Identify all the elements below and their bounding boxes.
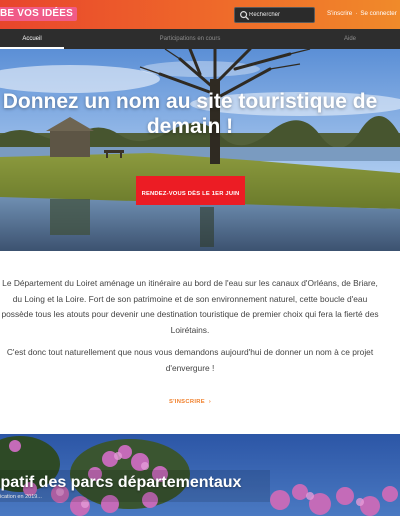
- hero-image: [0, 49, 400, 251]
- tab-help[interactable]: Aide: [320, 29, 380, 49]
- search-input[interactable]: [249, 9, 313, 21]
- main-nav: Accueil Participations en cours Aide: [0, 29, 400, 49]
- search-box[interactable]: [234, 7, 315, 23]
- card-subtitle: ication en 2019...: [0, 494, 42, 500]
- intro-paragraph-1: Le Département du Loiret aménage un itin…: [1, 278, 379, 335]
- top-header: BE VOS IDÉES S'inscrire·Se connecter: [0, 0, 400, 29]
- cta-button[interactable]: RENDEZ-VOUS DÈS LE 1ER JUIN: [136, 176, 245, 205]
- hero-banner: Donnez un nom au site touristique de dem…: [0, 49, 400, 251]
- intro-paragraph-2: C'est donc tout naturellement que nous v…: [6, 347, 374, 373]
- signup-cta-link[interactable]: S'INSCRIRE ›: [0, 399, 380, 405]
- hero-title: Donnez un nom au site touristique de dem…: [2, 90, 378, 138]
- intro-section: Le Département du Loiret aménage un itin…: [0, 276, 380, 383]
- tab-current-participations[interactable]: Participations en cours: [140, 29, 240, 49]
- site-logo[interactable]: BE VOS IDÉES: [0, 7, 77, 21]
- auth-separator: ·: [355, 10, 358, 17]
- login-link[interactable]: Se connecter: [360, 10, 396, 17]
- participation-card[interactable]: ipatif des parcs départementaux ication …: [0, 434, 400, 516]
- chevron-right-icon: ›: [208, 399, 212, 405]
- card-title: ipatif des parcs départementaux: [0, 474, 242, 491]
- signup-cta-label: S'INSCRIRE: [168, 399, 205, 405]
- signup-link[interactable]: S'inscrire: [327, 10, 352, 17]
- tab-home[interactable]: Accueil: [0, 29, 64, 49]
- auth-links: S'inscrire · Se connecter: [327, 10, 397, 17]
